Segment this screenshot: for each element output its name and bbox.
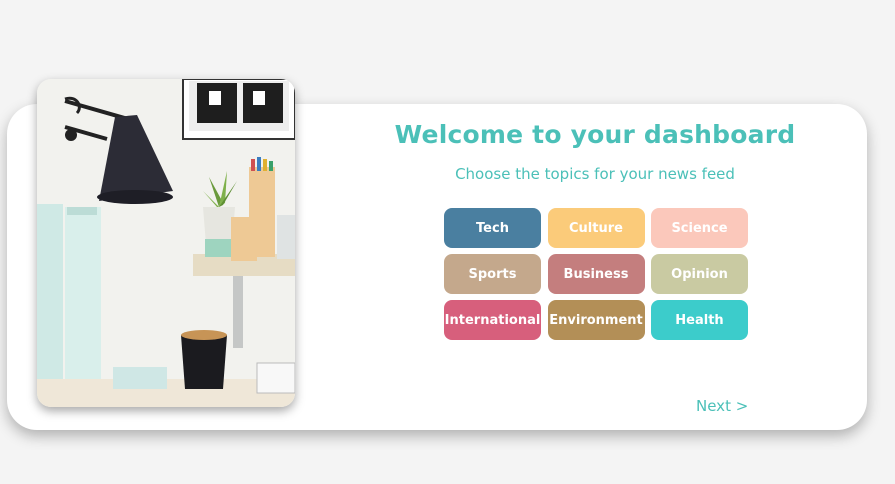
topic-button-culture[interactable]: Culture [547,208,645,248]
page-title: Welcome to your dashboard [394,120,796,149]
page-subtitle: Choose the topics for your news feed [455,165,735,183]
topic-button-environment[interactable]: Environment [547,300,645,340]
topic-grid: Tech Culture Science Sports Business Opi… [444,208,748,340]
topic-button-sports[interactable]: Sports [444,254,541,294]
desk-photo [37,79,295,407]
topic-button-science[interactable]: Science [651,208,748,248]
topic-button-tech[interactable]: Tech [444,208,541,248]
topic-button-opinion[interactable]: Opinion [651,254,748,294]
topic-button-business[interactable]: Business [547,254,645,294]
next-link[interactable]: Next > [696,397,748,415]
topic-button-international[interactable]: International [444,300,541,340]
topic-button-health[interactable]: Health [651,300,748,340]
